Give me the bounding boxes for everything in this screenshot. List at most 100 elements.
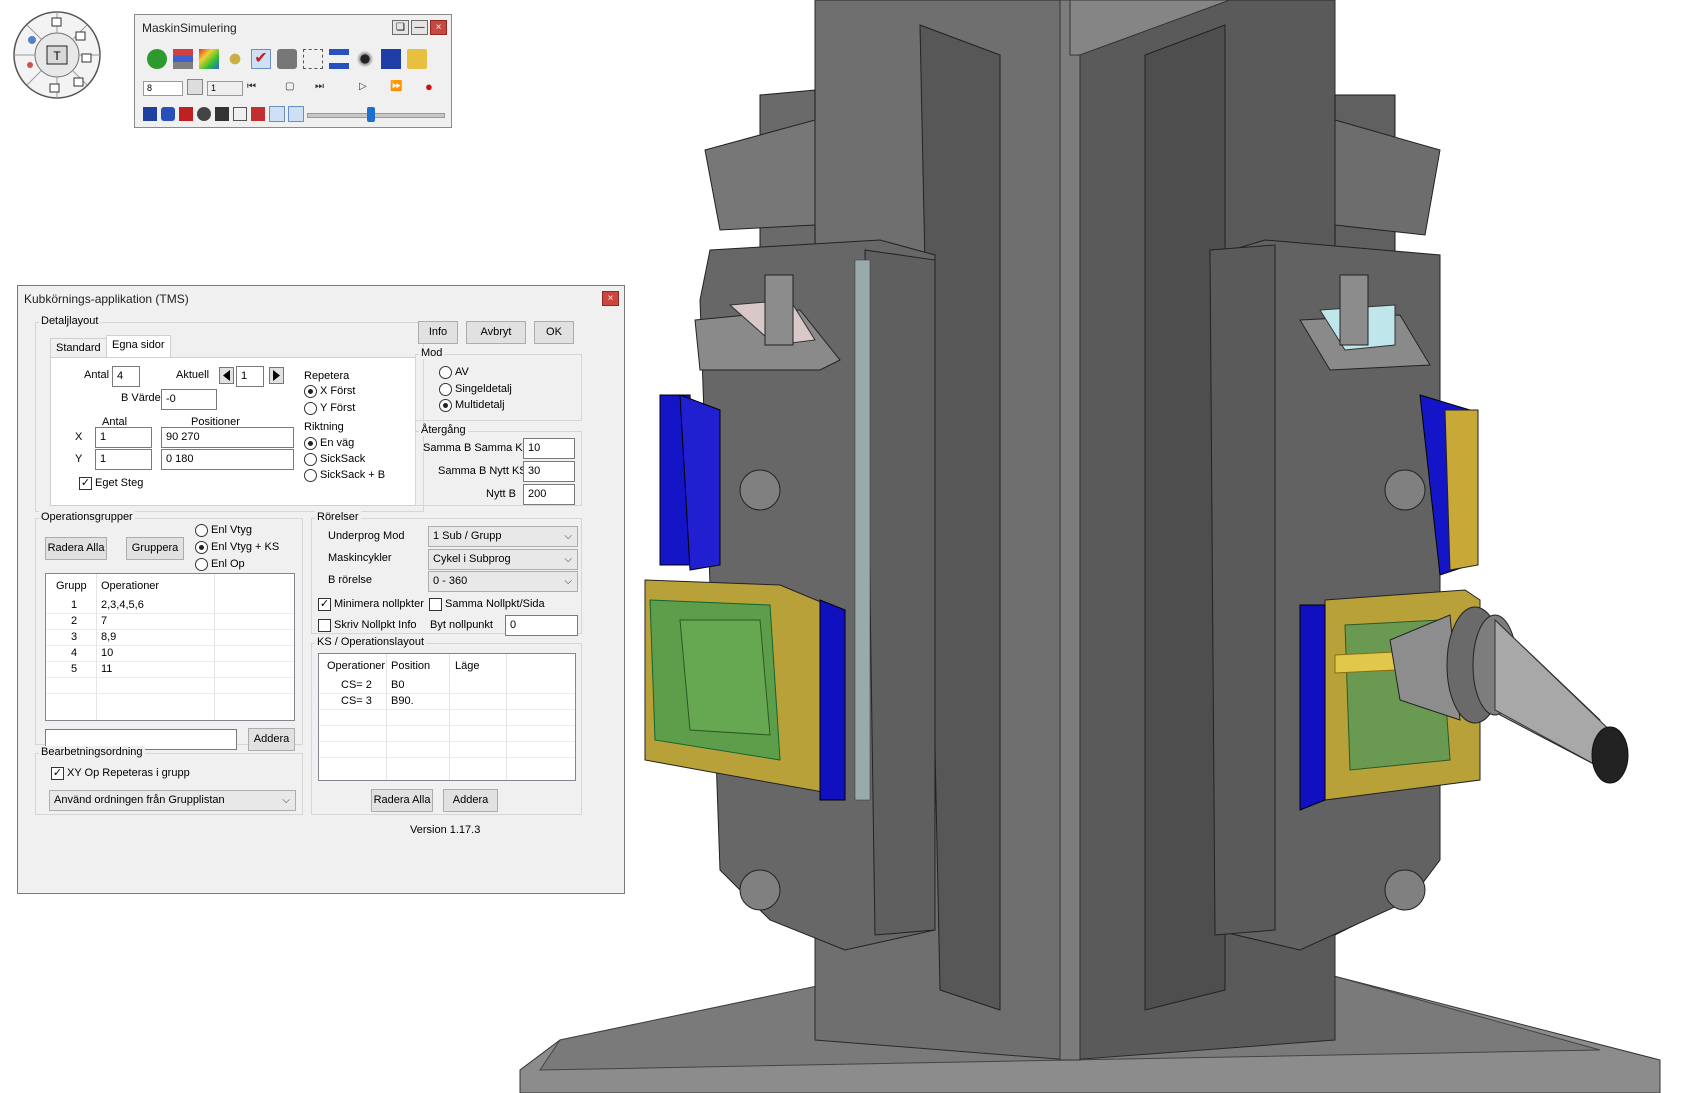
grid-icon[interactable] (303, 49, 323, 69)
shape-icon-2[interactable] (161, 107, 175, 121)
repetera-y-radio[interactable] (304, 402, 317, 415)
play-icon[interactable]: ▷ (359, 81, 367, 92)
shape-icon-1[interactable] (143, 107, 157, 121)
xy-op-checkbox[interactable]: ✓ (51, 767, 64, 780)
x-antal-input[interactable]: 1 (95, 427, 152, 448)
riktning-sicksack-label: SickSack (320, 453, 366, 465)
shape-icon-3[interactable] (179, 107, 193, 121)
aktuell-input[interactable]: 1 (236, 366, 264, 387)
spider-icon[interactable] (225, 49, 245, 69)
riktning-en-vag-radio[interactable] (304, 437, 317, 450)
col-grupp-header[interactable]: Grupp (56, 580, 87, 592)
green-hand-icon[interactable] (147, 49, 167, 69)
ks-radera-alla-button[interactable]: Radera Alla (371, 789, 433, 812)
radial-view-menu[interactable]: T (12, 10, 102, 100)
maskincykler-select[interactable]: Cykel i Subprog ⌵ (428, 549, 578, 570)
skip-forward-icon[interactable]: ⏭ (315, 81, 324, 92)
samma-b-nytt-ks-input[interactable]: 30 (523, 461, 575, 482)
next-arrow-icon[interactable] (269, 367, 284, 384)
restore-icon[interactable]: ❏ (392, 20, 409, 35)
skriv-nollpkt-checkbox[interactable] (318, 619, 331, 632)
mod-multidetalj-label: Multidetalj (455, 399, 505, 411)
close-icon[interactable]: × (602, 291, 619, 306)
ok-button[interactable]: OK (534, 321, 574, 344)
shape-toggle-icon[interactable] (269, 106, 285, 122)
count-select[interactable]: 1 (207, 81, 243, 96)
folder-icon[interactable] (407, 49, 427, 69)
samma-nollpkt-checkbox[interactable] (429, 598, 442, 611)
radera-alla-button[interactable]: Radera Alla (45, 537, 107, 560)
calendar-icon[interactable] (187, 79, 203, 95)
tool-icon[interactable] (233, 107, 247, 121)
mod-av-radio[interactable] (439, 366, 452, 379)
col-position-header[interactable]: Position (391, 660, 430, 672)
repetera-x-radio[interactable] (304, 385, 317, 398)
tool-red-icon[interactable] (251, 107, 265, 121)
riktning-label: Riktning (304, 421, 344, 433)
shape-icon-5[interactable] (215, 107, 229, 121)
y-positioner-input[interactable]: 0 180 (161, 449, 294, 470)
repetera-label: Repetera (304, 370, 350, 382)
nytt-b-input[interactable]: 200 (523, 484, 575, 505)
prev-arrow-icon[interactable] (219, 367, 234, 384)
b-rorelse-select[interactable]: 0 - 360 ⌵ (428, 571, 578, 592)
riktning-sicksack-radio[interactable] (304, 453, 317, 466)
grupp-list[interactable]: Grupp Operationer 1 2,3,4,5,6 27 3 8,9 4 10… (45, 573, 295, 721)
shape-icon-4[interactable] (197, 107, 211, 121)
ordning-select[interactable]: Använd ordningen från Grupplistan ⌵ (49, 790, 296, 811)
enl-vtyg-ks-label: Enl Vtyg + KS (211, 541, 280, 553)
avbryt-button[interactable]: Avbryt (466, 321, 526, 344)
record-icon[interactable]: ● (425, 79, 433, 94)
lock-icon[interactable] (277, 49, 297, 69)
samma-b-nytt-ks-label: Samma B Nytt KS (438, 465, 527, 477)
stack-icon[interactable] (173, 49, 193, 69)
enl-vtyg-ks-radio[interactable] (195, 541, 208, 554)
samma-b-samma-ks-label: Samma B Samma KS (423, 442, 530, 454)
x-positioner-input[interactable]: 90 270 (161, 427, 294, 448)
eye-icon[interactable] (355, 49, 375, 69)
step-input[interactable]: 8 (143, 81, 183, 96)
addera-button[interactable]: Addera (248, 728, 295, 751)
maskincykler-label: Maskincykler (328, 552, 392, 564)
col-operationer-header[interactable]: Operationer (101, 580, 159, 592)
check-icon[interactable]: ✔ (251, 49, 271, 69)
col-lage-header[interactable]: Läge (455, 660, 479, 672)
tab-standard[interactable]: Standard (50, 338, 107, 358)
mod-multidetalj-radio[interactable] (439, 399, 452, 412)
underprog-mod-select[interactable]: 1 Sub / Grupp ⌵ (428, 526, 578, 547)
col-operationer-header[interactable]: Operationer (327, 660, 385, 672)
rorelser-label: Rörelser (315, 511, 361, 523)
info-button[interactable]: Info (418, 321, 458, 344)
minimera-checkbox[interactable]: ✓ (318, 598, 331, 611)
minimize-icon[interactable]: — (411, 20, 428, 35)
fast-forward-icon[interactable]: ⏩ (390, 81, 402, 92)
frame-icon[interactable]: ▢ (285, 81, 294, 92)
b-varde-input[interactable]: -0 (161, 389, 217, 410)
rainbow-icon[interactable] (199, 49, 219, 69)
close-icon[interactable]: × (430, 20, 447, 35)
tab-egna-sidor[interactable]: Egna sidor (106, 335, 171, 358)
byt-nollpunkt-input[interactable]: 0 (505, 615, 578, 636)
ks-addera-button[interactable]: Addera (443, 789, 498, 812)
samma-b-samma-ks-input[interactable]: 10 (523, 438, 575, 459)
ks-list[interactable]: Operationer Position Läge CS= 2 B0 CS= 3B… (318, 653, 576, 781)
riktning-sicksack-b-radio[interactable] (304, 469, 317, 482)
enl-vtyg-radio[interactable] (195, 524, 208, 537)
bearbetning-label: Bearbetningsordning (39, 746, 145, 758)
skip-back-icon[interactable]: ⏮ (247, 81, 256, 92)
chevron-down-icon: ⌵ (564, 576, 572, 587)
y-antal-input[interactable]: 1 (95, 449, 152, 470)
cube-icon[interactable] (381, 49, 401, 69)
eget-steg-checkbox[interactable]: ✓ (79, 477, 92, 490)
tree-icon[interactable] (329, 49, 349, 69)
antal-input[interactable]: 4 (112, 366, 140, 387)
gruppera-button[interactable]: Gruppera (126, 537, 184, 560)
speed-slider-track[interactable] (307, 113, 445, 118)
mod-singeldetalj-radio[interactable] (439, 383, 452, 396)
eye-toggle-icon[interactable] (288, 106, 304, 122)
enl-op-radio[interactable] (195, 558, 208, 571)
chevron-down-icon: ⌵ (564, 531, 572, 542)
enl-op-label: Enl Op (211, 558, 245, 570)
riktning-en-vag-label: En väg (320, 437, 355, 449)
speed-slider-thumb[interactable] (367, 107, 375, 122)
